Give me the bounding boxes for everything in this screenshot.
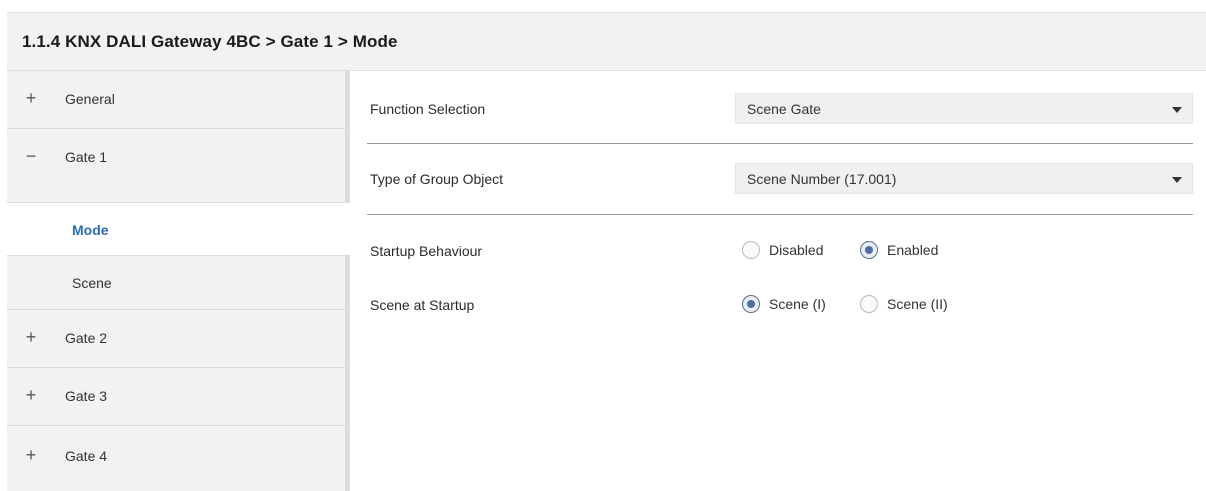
radio-label: Scene (II) xyxy=(887,296,948,312)
collapse-minus-icon[interactable]: − xyxy=(24,146,38,166)
expand-plus-icon[interactable]: + xyxy=(24,327,38,347)
sidebar-item-gate-4[interactable]: + Gate 4 xyxy=(7,428,345,486)
radio-circle[interactable] xyxy=(742,295,760,313)
sidebar-item-label: Scene xyxy=(72,275,112,291)
chevron-down-icon xyxy=(1172,177,1182,183)
dropdown-value: Scene Number (17.001) xyxy=(747,171,897,187)
expand-plus-icon[interactable]: + xyxy=(24,88,38,108)
scene-at-startup-label: Scene at Startup xyxy=(370,297,475,313)
startup-behaviour-label: Startup Behaviour xyxy=(370,243,483,259)
expand-plus-icon[interactable]: + xyxy=(24,385,38,405)
sidebar-item-gate-2[interactable]: + Gate 2 xyxy=(7,310,345,368)
sidebar-item-label: Gate 1 xyxy=(65,149,108,165)
dropdown-value: Scene Gate xyxy=(747,101,821,117)
sidebar-item-label: Mode xyxy=(72,222,109,238)
page-header: 1.1.4 KNX DALI Gateway 4BC > Gate 1 > Mo… xyxy=(7,12,1206,71)
function-selection-label: Function Selection xyxy=(370,101,486,117)
parameter-panel: Function Selection Scene Gate Type of Gr… xyxy=(350,71,1206,491)
radio-label: Scene (I) xyxy=(769,296,826,312)
sidebar-item-label: Gate 4 xyxy=(65,448,108,464)
function-selection-dropdown[interactable]: Scene Gate xyxy=(735,93,1193,124)
chevron-down-icon xyxy=(1172,107,1182,113)
top-strip xyxy=(0,0,1206,12)
sidebar-item-label: Gate 2 xyxy=(65,330,108,346)
sidebar-item-general[interactable]: + General xyxy=(7,71,345,129)
sidebar-item-gate-3[interactable]: + Gate 3 xyxy=(7,368,345,426)
group-object-type-label: Type of Group Object xyxy=(370,171,504,187)
sidebar-item-label: Gate 3 xyxy=(65,388,108,404)
divider xyxy=(367,143,1193,144)
radio-label: Enabled xyxy=(887,242,939,258)
sidebar-item-label: General xyxy=(65,91,115,107)
sidebar: + General − Gate 1 Mode Scene + Gate 2 +… xyxy=(7,71,350,491)
radio-circle[interactable] xyxy=(860,295,878,313)
sidebar-item-gate-1[interactable]: − Gate 1 xyxy=(7,129,345,187)
sidebar-subitem-scene[interactable]: Scene xyxy=(7,256,350,310)
sidebar-subitem-mode[interactable]: Mode xyxy=(7,202,350,256)
group-object-type-dropdown[interactable]: Scene Number (17.001) xyxy=(735,163,1193,194)
radio-circle[interactable] xyxy=(860,241,878,259)
breadcrumb-title: 1.1.4 KNX DALI Gateway 4BC > Gate 1 > Mo… xyxy=(22,32,398,51)
radio-circle[interactable] xyxy=(742,241,760,259)
radio-label: Disabled xyxy=(769,242,824,258)
divider xyxy=(367,214,1193,215)
expand-plus-icon[interactable]: + xyxy=(24,445,38,465)
